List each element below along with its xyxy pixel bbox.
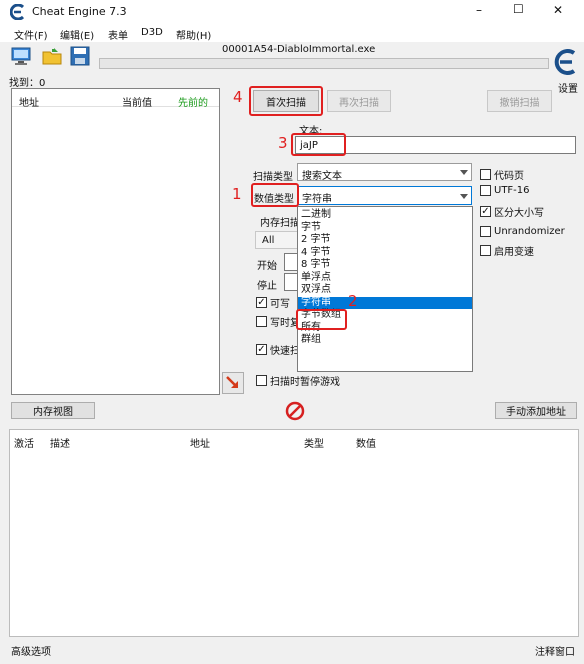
maximize-button[interactable]: ☐ — [513, 2, 524, 16]
col-description[interactable]: 描述 — [50, 435, 70, 450]
title-bar: Cheat Engine 7.3 – ☐ ✕ — [0, 0, 584, 24]
value-type-option[interactable]: 4 字节 — [298, 247, 472, 260]
chevron-down-icon — [460, 170, 468, 175]
add-address-button[interactable]: 手动添加地址 — [495, 402, 577, 419]
value-type-option[interactable]: 单浮点 — [298, 272, 472, 285]
clear-list-icon[interactable] — [284, 400, 306, 422]
col-active[interactable]: 激活 — [14, 435, 34, 450]
menu-d3d[interactable]: D3D — [141, 27, 163, 38]
open-process-icon[interactable] — [10, 46, 32, 66]
memory-region-value: All — [262, 235, 275, 246]
annotation-box-value-type — [251, 183, 299, 207]
col-address[interactable]: 地址 — [19, 94, 39, 109]
col-current-value[interactable]: 当前值 — [122, 94, 152, 109]
annotation-box-text-input — [291, 133, 346, 156]
minimize-button[interactable]: – — [476, 3, 482, 17]
annotation-number-3: 3 — [278, 134, 288, 152]
scan-type-label: 扫描类型 — [253, 172, 293, 183]
col-value[interactable]: 数值 — [356, 435, 376, 450]
case-sensitive-label: 区分大小写 — [494, 208, 544, 219]
case-sensitive-checkbox[interactable]: ✓ 区分大小写 — [480, 204, 544, 219]
col-addr[interactable]: 地址 — [190, 435, 210, 450]
annotation-number-2: 2 — [348, 292, 358, 310]
address-table-header: 激活 描述 地址 类型 数值 — [10, 430, 578, 450]
value-type-option-selected[interactable]: 字符串 — [298, 296, 472, 309]
utf16-checkbox[interactable]: UTF-16 — [480, 185, 530, 196]
comments-window-link[interactable]: 注释窗口 — [535, 643, 575, 658]
codepage-checkbox[interactable]: 代码页 — [480, 167, 524, 182]
memory-region-select[interactable]: All — [255, 231, 300, 249]
check-icon: ✓ — [256, 296, 267, 308]
value-type-select[interactable]: 字符串 — [297, 186, 472, 205]
value-type-option[interactable]: 双浮点 — [298, 284, 472, 297]
settings-logo-icon[interactable] — [554, 48, 578, 76]
annotation-box-first-scan — [249, 86, 323, 116]
value-type-option[interactable]: 二进制 — [298, 209, 472, 222]
menu-edit[interactable]: 编辑(E) — [60, 27, 94, 42]
results-header: 地址 当前值 先前的 — [12, 89, 219, 109]
menu-table[interactable]: 表单 — [108, 27, 128, 42]
scan-type-value: 搜索文本 — [302, 171, 342, 182]
annotation-box-string-option — [296, 309, 347, 330]
copy-on-write-checkbox[interactable]: 写时复 — [256, 314, 300, 329]
writable-checkbox[interactable]: ✓ 可写 — [256, 295, 290, 310]
undo-scan-button[interactable]: 撤销扫描 — [487, 90, 552, 112]
fast-scan-label: 快速扫 — [270, 346, 300, 357]
value-type-option[interactable]: 2 字节 — [298, 234, 472, 247]
value-type-option[interactable]: 群组 — [298, 334, 472, 347]
menu-help[interactable]: 帮助(H) — [176, 27, 211, 42]
value-type-value: 字符串 — [302, 194, 332, 205]
unrandomizer-checkbox[interactable]: Unrandomizer — [480, 226, 565, 237]
col-type[interactable]: 类型 — [304, 435, 324, 450]
advanced-options-link[interactable]: 高级选项 — [11, 643, 51, 658]
add-to-list-arrow-icon[interactable] — [222, 372, 244, 394]
results-list[interactable]: 地址 当前值 先前的 — [11, 88, 220, 395]
pause-game-label: 扫描时暂停游戏 — [270, 377, 340, 388]
value-type-option[interactable]: 字节 — [298, 222, 472, 235]
window-title: Cheat Engine 7.3 — [32, 5, 127, 18]
stop-label: 停止 — [257, 281, 277, 292]
speedhack-checkbox[interactable]: 启用变速 — [480, 243, 534, 258]
writable-label: 可写 — [270, 299, 290, 310]
start-label: 开始 — [257, 261, 277, 272]
check-icon: ✓ — [480, 205, 491, 217]
menu-bar: 文件(F) 编辑(E) 表单 D3D 帮助(H) — [0, 24, 584, 42]
col-previous-value[interactable]: 先前的 — [178, 94, 208, 109]
found-count: 找到：0 — [9, 78, 46, 89]
address-table[interactable]: 激活 描述 地址 类型 数值 — [9, 429, 579, 637]
progress-bar — [99, 58, 549, 69]
memory-view-button[interactable]: 内存视图 — [11, 402, 95, 419]
annotation-number-1: 1 — [232, 185, 242, 203]
codepage-label: 代码页 — [494, 171, 524, 182]
utf16-label: UTF-16 — [494, 185, 530, 196]
app-logo-icon — [9, 3, 26, 21]
chevron-down-icon — [460, 194, 468, 199]
save-icon[interactable] — [69, 46, 91, 66]
process-name: 00001A54-DiabloImmortal.exe — [222, 44, 376, 55]
memory-scan-label: 内存扫描 — [260, 218, 300, 229]
next-scan-button[interactable]: 再次扫描 — [327, 90, 391, 112]
value-type-option[interactable]: 8 字节 — [298, 259, 472, 272]
value-type-dropdown[interactable]: 二进制 字节 2 字节 4 字节 8 字节 单浮点 双浮点 字符串 字节数组 所… — [297, 206, 473, 372]
unrandomizer-label: Unrandomizer — [494, 226, 565, 237]
scan-type-select[interactable]: 搜索文本 — [297, 163, 472, 182]
settings-label[interactable]: 设置 — [558, 80, 578, 95]
open-file-icon[interactable] — [41, 46, 63, 66]
pause-game-checkbox[interactable]: 扫描时暂停游戏 — [256, 373, 340, 388]
check-icon: ✓ — [256, 343, 267, 355]
fast-scan-checkbox[interactable]: ✓ 快速扫 — [256, 342, 300, 357]
annotation-number-4: 4 — [233, 88, 243, 106]
menu-file[interactable]: 文件(F) — [14, 27, 48, 42]
close-button[interactable]: ✕ — [553, 3, 563, 17]
speedhack-label: 启用变速 — [494, 247, 534, 258]
